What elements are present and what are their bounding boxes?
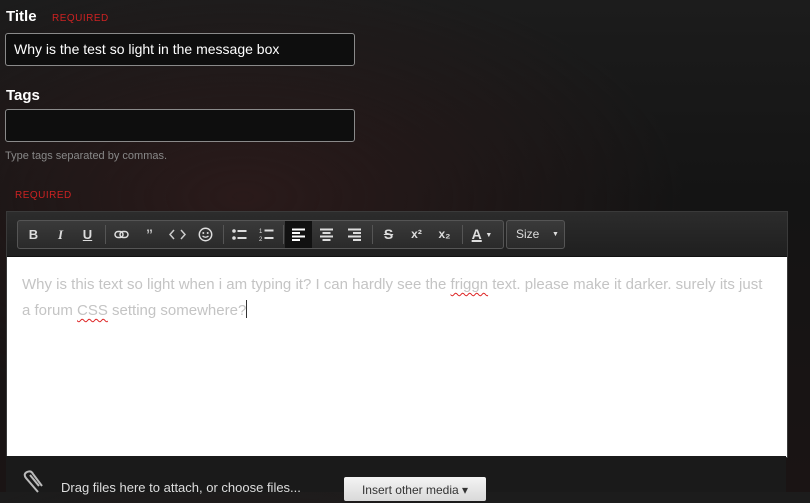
- numbered-list-button[interactable]: 12: [253, 221, 280, 248]
- subscript-button[interactable]: x₂: [431, 221, 458, 248]
- message-text[interactable]: Why is this text so light when i am typi…: [22, 272, 772, 324]
- toolbar-separator: [283, 225, 284, 244]
- message-text-part: Why is this text so light when i am typi…: [22, 276, 451, 293]
- superscript-button[interactable]: x²: [403, 221, 430, 248]
- strikethrough-button[interactable]: S: [375, 221, 402, 248]
- bullet-list-icon: [232, 229, 247, 240]
- italic-button[interactable]: I: [47, 221, 74, 248]
- message-editor[interactable]: B I U ” 12 S x² x₂ A ▼ Size ▼ Why is thi…: [6, 211, 788, 458]
- strikethrough-icon: S: [383, 226, 394, 242]
- code-button[interactable]: [164, 221, 191, 248]
- code-icon: [169, 229, 186, 240]
- tags-label: Tags: [6, 87, 40, 104]
- align-right-button[interactable]: [341, 221, 368, 248]
- align-left-button[interactable]: [285, 221, 312, 248]
- message-text-part: setting somewhere?: [107, 302, 247, 319]
- font-color-icon: A: [471, 226, 482, 242]
- font-color-button[interactable]: A ▼: [465, 221, 499, 248]
- size-dropdown[interactable]: Size ▼: [506, 220, 565, 249]
- smiley-icon: [198, 227, 213, 242]
- unlink-icon: ”: [146, 226, 153, 242]
- toolbar-separator: [105, 225, 106, 244]
- numbered-list-icon: 12: [259, 229, 274, 242]
- size-dropdown-label: Size: [516, 227, 540, 241]
- smilie-button[interactable]: [192, 221, 219, 248]
- toolbar-separator: [223, 225, 224, 244]
- chevron-down-icon: ▼: [552, 231, 559, 238]
- toolbar-separator: [462, 225, 463, 244]
- title-required-badge: REQUIRED: [52, 13, 109, 24]
- drag-files-text[interactable]: Drag files here to attach, or choose fil…: [61, 480, 301, 495]
- link-button[interactable]: [108, 221, 135, 248]
- bullet-list-button[interactable]: [226, 221, 253, 248]
- paperclip-icon: [23, 470, 43, 493]
- align-left-icon: [292, 228, 305, 241]
- message-required-badge: REQUIRED: [15, 190, 72, 201]
- insert-other-media-button[interactable]: Insert other media ▾: [344, 477, 486, 501]
- align-center-button[interactable]: [313, 221, 340, 248]
- link-icon: [114, 230, 129, 239]
- misspelled-word: friggn: [450, 276, 489, 293]
- font-color-dropdown-arrow-icon: ▼: [485, 232, 493, 239]
- unlink-button[interactable]: ”: [136, 221, 163, 248]
- editor-toolbar: B I U ” 12 S x² x₂ A ▼ Size ▼: [7, 212, 787, 257]
- formatting-button-group: B I U ” 12 S x² x₂ A ▼: [17, 220, 504, 249]
- title-label: Title: [6, 8, 37, 25]
- svg-text:2: 2: [259, 237, 263, 242]
- tags-input[interactable]: [5, 109, 355, 142]
- title-input[interactable]: Why is the test so light in the message …: [5, 33, 355, 66]
- svg-text:1: 1: [259, 229, 263, 235]
- misspelled-word: CSS: [77, 302, 108, 319]
- bold-button[interactable]: B: [20, 221, 47, 248]
- underline-button[interactable]: U: [74, 221, 101, 248]
- align-center-icon: [320, 228, 333, 241]
- tags-hint: Type tags separated by commas.: [5, 150, 168, 162]
- align-right-icon: [348, 228, 361, 241]
- toolbar-separator: [372, 225, 373, 244]
- text-caret: [246, 300, 248, 318]
